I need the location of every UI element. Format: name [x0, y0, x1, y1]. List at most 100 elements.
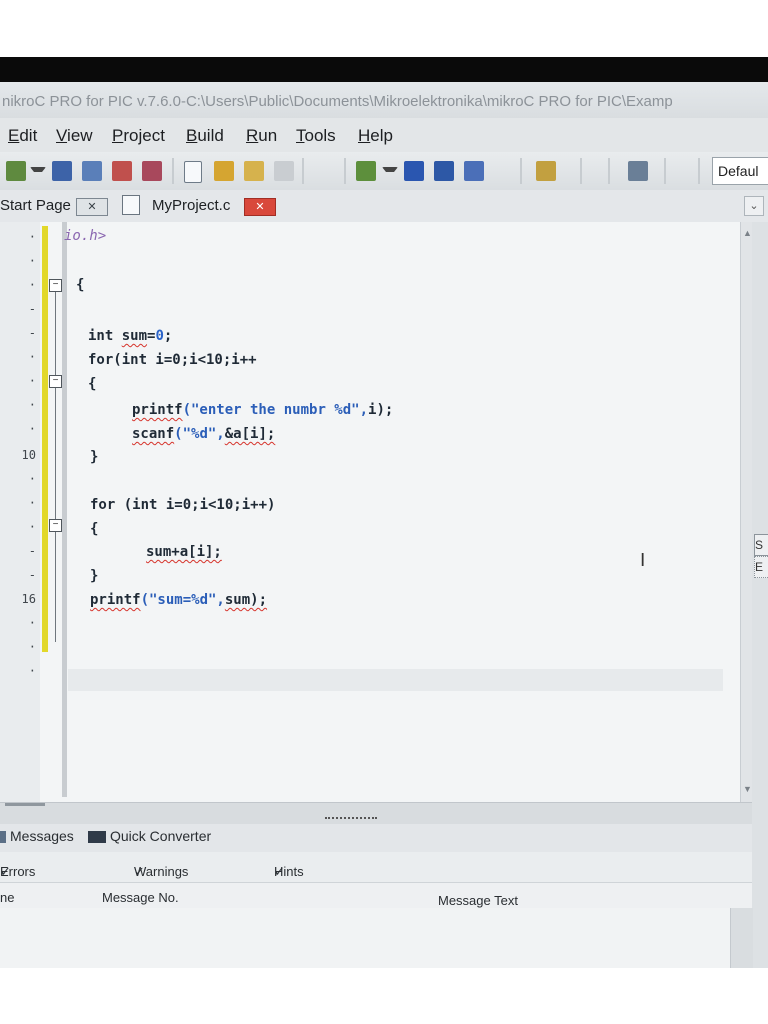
ide-window: nikroC PRO for PIC v.7.6.0-C:\Users\Publ…: [0, 82, 768, 968]
menu-run[interactable]: Run: [246, 126, 277, 146]
new-file-icon[interactable]: [184, 161, 202, 183]
gutter-dot: ·: [28, 422, 36, 436]
close-myproject-button[interactable]: ✕: [244, 198, 276, 216]
right-tab-s[interactable]: S: [754, 534, 768, 556]
tab-list-chevron-icon[interactable]: ⌄: [744, 196, 764, 216]
menu-help[interactable]: Help: [358, 126, 393, 146]
open-folder-icon[interactable]: [356, 161, 376, 181]
c-file-icon: [122, 195, 140, 215]
line-number-16: 16: [21, 592, 36, 606]
new-project-icon[interactable]: [6, 161, 26, 181]
messages-list[interactable]: [0, 908, 752, 968]
converter-icon: [88, 831, 106, 844]
toolbar-separator: [520, 158, 522, 184]
right-tab-e[interactable]: E: [754, 556, 768, 578]
code-line-printf-enter: printf("enter the numbr %d",i);: [132, 402, 394, 418]
remove-icon[interactable]: [142, 161, 162, 181]
menu-project[interactable]: Project: [112, 126, 165, 146]
gutter-dot: ·: [28, 472, 36, 486]
gutter-dot: ·: [28, 520, 36, 534]
code-line-for-sum: for (int i=0;i<10;i++): [90, 497, 276, 513]
code-line-include: io.h>: [64, 228, 107, 244]
fold-collapse-icon[interactable]: −: [49, 519, 62, 532]
save-as-icon[interactable]: [464, 161, 484, 181]
column-line[interactable]: ne: [0, 890, 14, 905]
gutter-dot: ·: [28, 254, 36, 268]
gutter-divider: [62, 222, 67, 797]
messages-panel: Messages Quick Converter ✓ Errors ✓ Warnin…: [0, 824, 753, 968]
gutter-dot: ·: [28, 664, 36, 678]
scroll-up-icon[interactable]: ▲: [743, 228, 752, 238]
message-filters: ✓ Errors ✓ Warnings ✓ Hints: [0, 852, 752, 882]
fold-guide: [55, 282, 56, 642]
gutter-dot: ·: [28, 374, 36, 388]
messages-icon: [0, 831, 6, 844]
programmer-icon[interactable]: [628, 161, 648, 181]
menu-bar: Edit View Project Build Run Tools Help: [0, 118, 768, 152]
horizontal-scroll-thumb[interactable]: [5, 803, 45, 806]
fold-collapse-icon[interactable]: −: [49, 279, 62, 292]
toolbar-separator: [664, 158, 666, 184]
fold-collapse-icon[interactable]: −: [49, 375, 62, 388]
window-title: nikroC PRO for PIC v.7.6.0-C:\Users\Publ…: [0, 82, 768, 118]
menu-edit[interactable]: Edit: [8, 126, 37, 146]
code-line-brace: {: [88, 376, 97, 392]
toolbar: Defaul: [0, 152, 768, 190]
close-project-icon[interactable]: [112, 161, 132, 181]
splitter-grip-icon[interactable]: [325, 817, 377, 822]
column-message-no[interactable]: Message No.: [102, 890, 179, 905]
save-icon[interactable]: [404, 161, 424, 181]
tab-quick-converter[interactable]: Quick Converter: [88, 828, 211, 844]
monitor-bezel: [0, 57, 768, 82]
toolbar-separator: [698, 158, 700, 184]
gutter-dot: ·: [28, 278, 36, 292]
gutter-dot: -: [28, 568, 36, 582]
menu-view[interactable]: View: [56, 126, 93, 146]
menu-build[interactable]: Build: [186, 126, 224, 146]
current-line-highlight: [68, 669, 723, 691]
gutter-dot: ·: [28, 496, 36, 510]
configuration-combo[interactable]: Defaul: [712, 157, 768, 185]
panel-splitter[interactable]: [0, 802, 752, 825]
code-line-for-input: for(int i=0;i<10;i++: [88, 352, 257, 368]
gutter-dot: -: [28, 544, 36, 558]
scroll-down-icon[interactable]: ▼: [743, 784, 752, 794]
messages-scrollbar[interactable]: [730, 908, 753, 968]
gutter-dot: ·: [28, 398, 36, 412]
gutter-dot: -: [28, 302, 36, 316]
toolbar-separator: [172, 158, 174, 184]
mouse-ibeam-cursor-icon: I: [640, 550, 646, 571]
chevron-down-icon[interactable]: [30, 167, 46, 180]
reopen-file-icon[interactable]: [244, 161, 264, 181]
code-editor[interactable]: · · · - - · · · · 10 · · · - - 16 · · · …: [0, 222, 740, 802]
code-line-brace: {: [90, 521, 99, 537]
edit-project-icon[interactable]: [82, 161, 102, 181]
line-number-10: 10: [21, 448, 36, 462]
menu-tools[interactable]: Tools: [296, 126, 336, 146]
gutter-dot: ·: [28, 350, 36, 364]
save-all-icon[interactable]: [434, 161, 454, 181]
toolbar-separator: [580, 158, 582, 184]
tab-messages[interactable]: Messages: [0, 828, 74, 844]
open-file-icon[interactable]: [214, 161, 234, 181]
toolbar-separator: [344, 158, 346, 184]
code-line-scanf: scanf("%d",&a[i];: [132, 426, 276, 442]
code-line-printf-sum: printf("sum=%d",sum);: [90, 592, 268, 608]
code-line-close-brace: }: [90, 449, 99, 465]
tab-myproject[interactable]: MyProject.c: [152, 197, 230, 214]
tab-start-page[interactable]: Start Page: [0, 197, 71, 214]
chevron-down-icon[interactable]: [382, 167, 398, 180]
column-message-text[interactable]: Message Text: [438, 893, 518, 908]
gutter-dot: -: [28, 326, 36, 340]
toolbar-separator: [608, 158, 610, 184]
code-line-declare-sum: int sum=0;: [88, 328, 173, 344]
close-start-page-button[interactable]: ✕: [76, 198, 108, 216]
code-line-close-brace: }: [90, 568, 99, 584]
gutter-dot: ·: [28, 640, 36, 654]
code-line-open-brace: {: [76, 277, 85, 293]
build-icon[interactable]: [536, 161, 556, 181]
modified-lines-marker: [42, 226, 48, 652]
open-project-icon[interactable]: [52, 161, 72, 181]
right-dock-strip: [752, 222, 768, 968]
close-file-icon[interactable]: [274, 161, 294, 181]
